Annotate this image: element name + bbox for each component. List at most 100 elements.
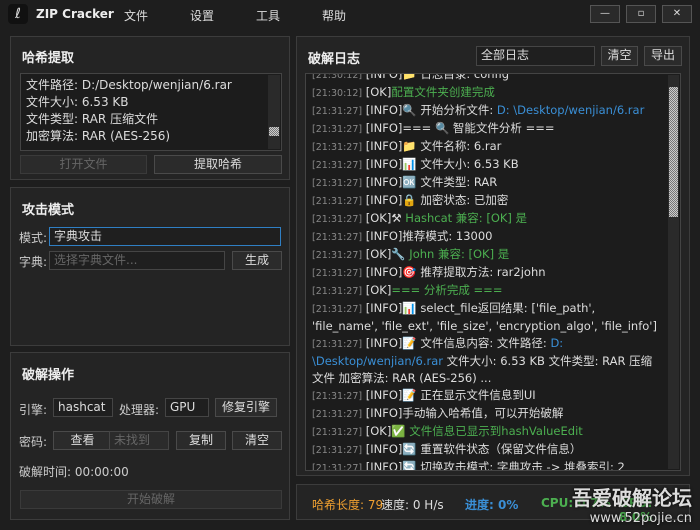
log-timestamp: [21:30:12] — [312, 88, 363, 99]
open-file-button[interactable]: 打开文件 — [20, 155, 147, 174]
log-filter-select[interactable]: 全部日志 — [476, 46, 595, 66]
log-tag: [OK] — [365, 85, 392, 99]
log-line: [21:31:27] [INFO]🆗 文件类型: RAR — [312, 174, 662, 192]
panel-title: 破解操作 — [22, 368, 75, 383]
log-timestamp: [21:31:27] — [312, 214, 363, 225]
watermark: 吾爱破解论坛 www.52pojie.cn — [572, 486, 692, 526]
log-tag: [INFO] — [365, 336, 403, 350]
log-icon: 🎯 — [402, 265, 417, 279]
log-timestamp: [21:31:27] — [312, 286, 363, 297]
log-line: [21:31:27] [OK]=== 分析完成 === — [312, 282, 662, 300]
log-icon: 🔒 — [402, 193, 417, 207]
log-tag: [INFO] — [365, 265, 403, 279]
log-line: [21:31:27] [INFO]📁 文件名称: 6.rar — [312, 138, 662, 156]
log-icon: 🆗 — [402, 175, 417, 189]
generate-button[interactable]: 生成 — [232, 251, 282, 270]
log-message: John 兼容: [OK] 是 — [405, 247, 510, 261]
log-tag: [OK] — [365, 247, 392, 261]
log-icon: 📊 — [402, 301, 417, 315]
log-line: [21:31:27] [OK]🔧 John 兼容: [OK] 是 — [312, 246, 662, 264]
log-line: [21:31:27] [INFO]=== 🔍 智能文件分析 === — [312, 120, 662, 138]
mode-select[interactable]: 字典攻击 — [49, 227, 281, 246]
info-line: 加密算法: RAR (AES-256) — [26, 129, 171, 143]
log-line: [21:30:12] [INFO]📁 日志目录: config — [312, 73, 662, 84]
log-tag: [INFO] — [365, 229, 403, 243]
log-timestamp: [21:31:27] — [312, 304, 363, 315]
crack-operation-panel: 破解操作 引擎: hashcat 处理器: GPU 修复引擎 密码: 查看 未找… — [10, 352, 290, 520]
crack-time: 破解时间: 00:00:00 — [19, 465, 129, 479]
menu-file[interactable]: 文件 — [124, 7, 148, 24]
dict-file-input[interactable]: 选择字典文件... — [49, 251, 225, 270]
dict-label: 字典: — [19, 255, 48, 269]
log-message: 正在显示文件信息到UI — [416, 388, 536, 402]
processor-select[interactable]: GPU — [165, 398, 209, 417]
log-icon: 🔄 — [402, 442, 417, 456]
log-line: [21:31:27] [INFO]📊 文件大小: 6.53 KB — [312, 156, 662, 174]
log-tag: [INFO] — [365, 193, 403, 207]
clear-password-button[interactable]: 清空 — [232, 431, 282, 450]
log-icon: 📁 — [402, 73, 417, 81]
clear-log-button[interactable]: 清空 — [601, 46, 638, 66]
password-field[interactable]: 未找到 — [109, 431, 169, 450]
menu-tools[interactable]: 工具 — [256, 7, 280, 24]
log-timestamp: [21:31:27] — [312, 178, 363, 189]
log-timestamp: [21:31:27] — [312, 427, 363, 438]
progress: 进度: 0% — [465, 498, 519, 512]
log-line: [21:31:27] [INFO]🔄 重置软件状态（保留文件信息） — [312, 441, 662, 459]
log-line: [21:30:12] [OK]配置文件夹创建完成 — [312, 84, 662, 102]
crack-log-panel: 破解日志 全部日志 清空 导出 [21:30:12] [INFO]📁 日志目录:… — [296, 36, 690, 476]
log-timestamp: [21:31:27] — [312, 268, 363, 279]
log-tag: [INFO] — [365, 157, 403, 171]
log-line: [21:31:27] [OK]⚒ Hashcat 兼容: [OK] 是 — [312, 210, 662, 228]
app-title: ZIP Cracker — [36, 7, 114, 21]
log-message: === 分析完成 === — [391, 283, 503, 297]
maximize-button[interactable]: ▫ — [626, 5, 656, 23]
close-button[interactable]: ✕ — [662, 5, 692, 23]
log-line: [21:31:27] [INFO]🎯 推荐提取方法: rar2john — [312, 264, 662, 282]
log-line: [21:31:27] [INFO]推荐模式: 13000 — [312, 228, 662, 246]
extract-hash-button[interactable]: 提取哈希 — [154, 155, 282, 174]
menu-help[interactable]: 帮助 — [322, 7, 346, 24]
log-line: [21:31:27] [INFO]手动输入哈希值，可以开始破解 — [312, 405, 662, 423]
mode-label: 模式: — [19, 231, 48, 245]
log-tag: [INFO] — [365, 460, 403, 471]
log-icon: ✅ — [391, 424, 406, 438]
log-timestamp: [21:31:27] — [312, 160, 363, 171]
view-password-button[interactable]: 查看 — [53, 431, 112, 450]
log-icon: 🔄 — [402, 460, 417, 471]
hash-extract-panel: 哈希提取 文件路径: D:/Desktop/wenjian/6.rar 文件大小… — [10, 36, 290, 180]
log-scrollbar[interactable] — [668, 75, 679, 469]
processor-label: 处理器: — [119, 403, 160, 417]
log-line: [21:31:27] [INFO]🔒 加密状态: 已加密 — [312, 192, 662, 210]
log-timestamp: [21:31:27] — [312, 250, 363, 261]
log-line: [21:31:27] [INFO]📊 select_file返回结果: ['fi… — [312, 300, 662, 335]
log-timestamp: [21:31:27] — [312, 391, 363, 402]
scrollbar[interactable] — [268, 75, 280, 149]
copy-password-button[interactable]: 复制 — [176, 431, 226, 450]
start-crack-button[interactable]: 开始破解 — [20, 490, 282, 509]
log-message: 重置软件状态（保留文件信息） — [416, 442, 582, 456]
log-timestamp: [21:31:27] — [312, 409, 363, 420]
log-tag: [OK] — [365, 283, 392, 297]
app-logo-icon: ℓ — [8, 4, 28, 24]
log-message: 日志目录: config — [416, 73, 510, 81]
log-tag: [INFO] — [365, 388, 403, 402]
repair-engine-button[interactable]: 修复引擎 — [215, 398, 277, 417]
log-message: select_file返回结果: ['file_path', 'file_nam… — [312, 301, 657, 333]
log-message: 文件信息已显示到hashValueEdit — [405, 424, 583, 438]
export-log-button[interactable]: 导出 — [644, 46, 682, 66]
log-tag: [INFO] — [365, 121, 403, 135]
minimize-button[interactable]: — — [590, 5, 620, 23]
menu-settings[interactable]: 设置 — [190, 7, 214, 24]
log-message: 文件类型: RAR — [416, 175, 498, 189]
log-message: 推荐模式: 13000 — [402, 229, 493, 243]
log-message: Hashcat 兼容: [OK] 是 — [401, 211, 528, 225]
info-line: 文件路径: D:/Desktop/wenjian/6.rar — [26, 78, 232, 92]
log-icon: 📁 — [402, 139, 417, 153]
speed: 速度: 0 H/s — [381, 498, 444, 512]
log-timestamp: [21:30:12] — [312, 73, 363, 81]
log-timestamp: [21:31:27] — [312, 124, 363, 135]
log-timestamp: [21:31:27] — [312, 232, 363, 243]
log-message: 配置文件夹创建完成 — [391, 85, 495, 99]
engine-select[interactable]: hashcat — [53, 398, 113, 417]
